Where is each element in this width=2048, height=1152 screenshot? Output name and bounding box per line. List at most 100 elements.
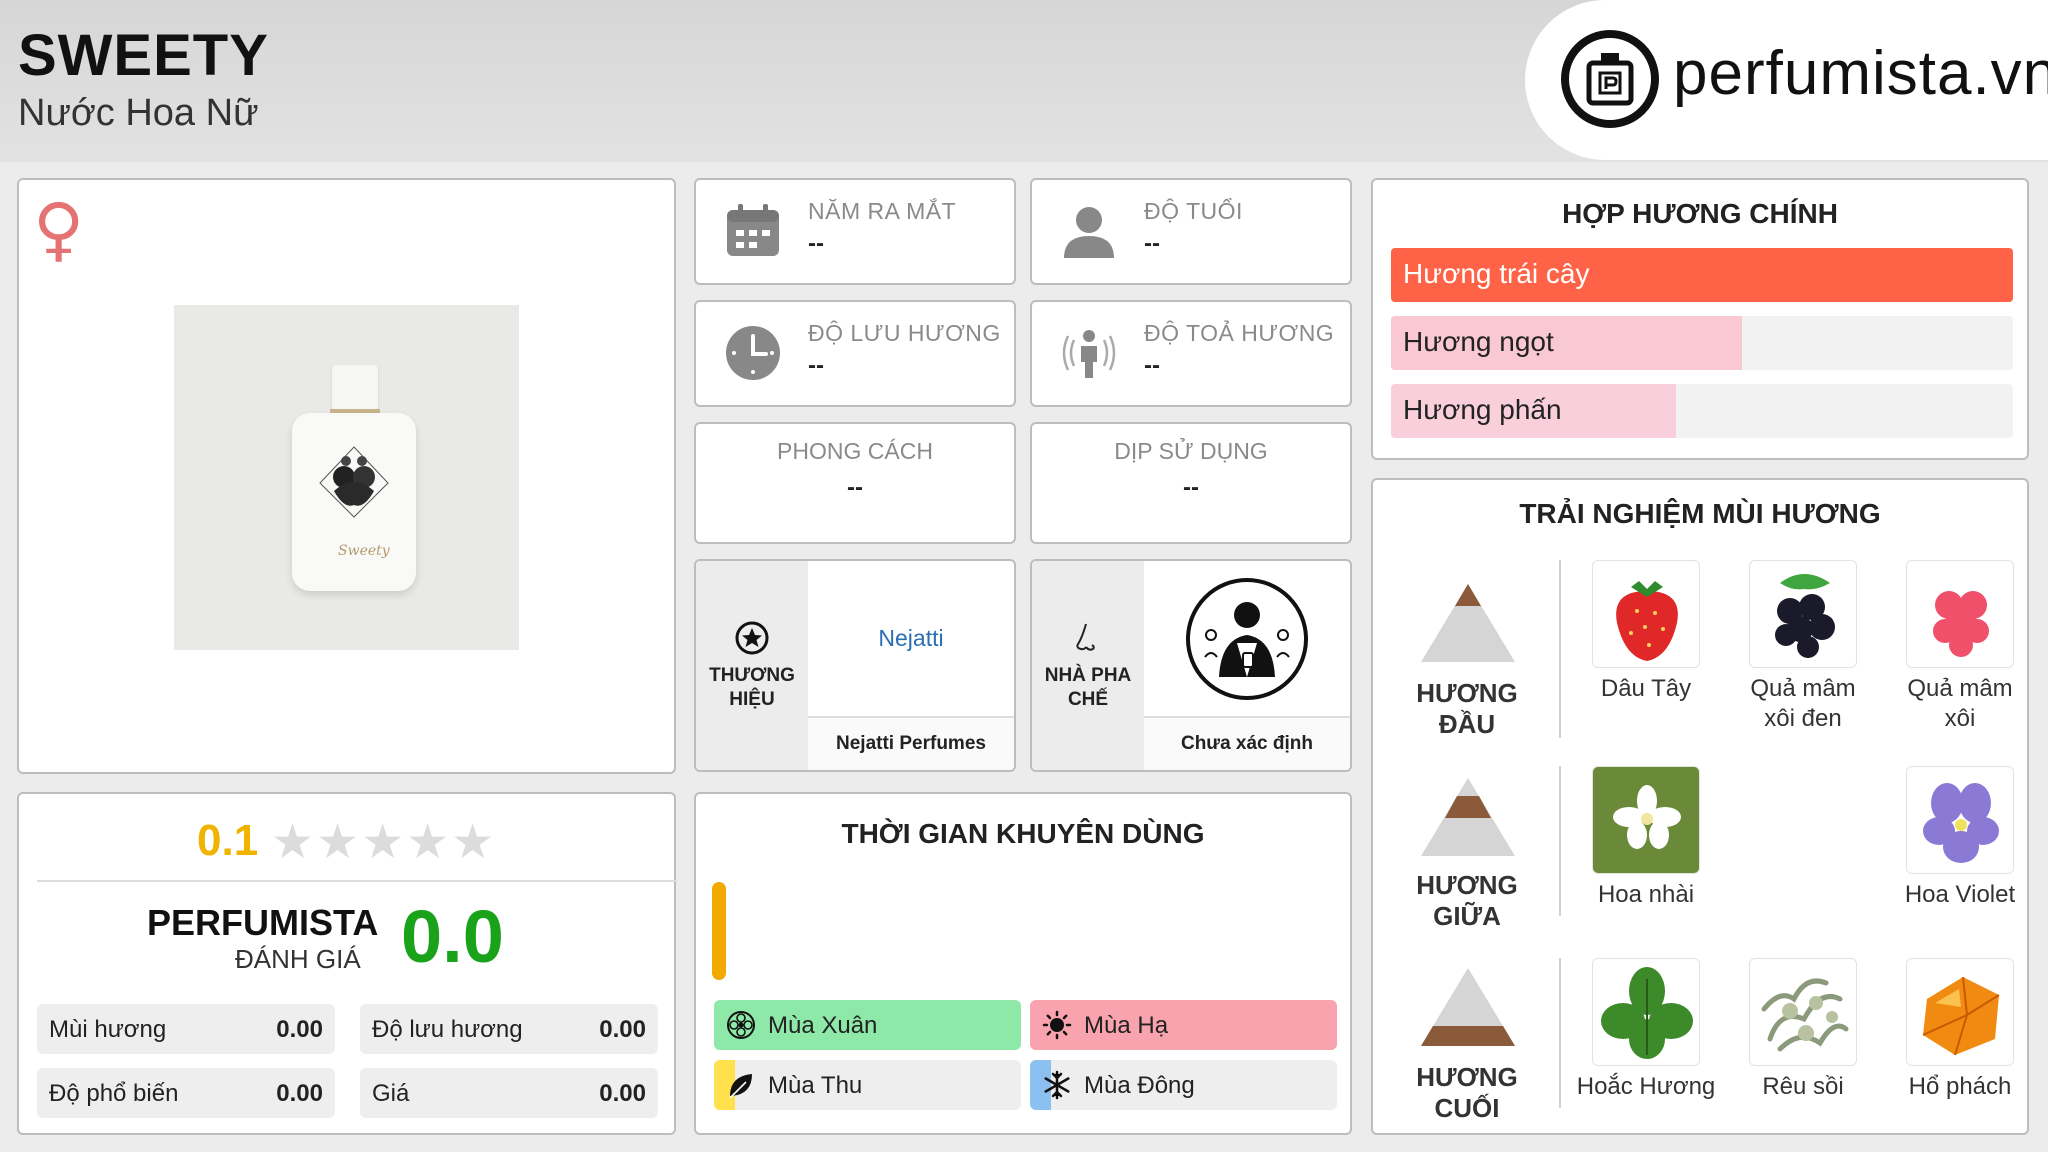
metric-label: Độ lưu hương	[372, 1016, 523, 1043]
base-notes-divider	[1559, 958, 1561, 1108]
accord-label: Hương phấn	[1403, 394, 1562, 425]
metric-label: Độ phổ biến	[49, 1080, 179, 1107]
note-name: Rêu sồi	[1762, 1073, 1844, 1100]
recommended-time-card: THỜI GIAN KHUYÊN DÙNG Mùa Xuân Mùa Hạ Mù…	[694, 792, 1352, 1135]
release-year-card: NĂM RA MẮT --	[694, 178, 1016, 285]
page-title: SWEETY	[18, 23, 269, 88]
perfumer-side: NHÀ PHA CHẾ	[1032, 561, 1144, 770]
occasion-card: DỊP SỬ DỤNG --	[1030, 422, 1352, 544]
season-spring: Mùa Xuân	[714, 1000, 1021, 1050]
season-label: Mùa Xuân	[768, 1012, 878, 1039]
raspberry-image	[1906, 560, 2014, 668]
note-violet[interactable]: Hoa Violet	[1890, 766, 2030, 910]
perfumer-card[interactable]: NHÀ PHA CHẾ Chưa xác định	[1030, 559, 1352, 772]
rating-card: 0.1 ★★★★★ PERFUMISTA ĐÁNH GIÁ 0.0 Mùi hư…	[17, 792, 677, 1135]
season-summer: Mùa Hạ	[1030, 1000, 1337, 1050]
note-name: Quả mâm xôi	[1907, 675, 2013, 732]
flower-icon	[727, 1011, 755, 1039]
product-image-card: ♀ Sweety	[17, 178, 676, 774]
metric-popularity: Độ phổ biến 0.00	[37, 1068, 335, 1118]
top-notes-label: HƯƠNG ĐẦU	[1416, 678, 1518, 739]
note-raspberry[interactable]: Quả mâm xôi	[1890, 560, 2030, 734]
season-autumn: Mùa Thu	[714, 1060, 1021, 1110]
brand-side: THƯƠNG HIỆU	[696, 561, 808, 770]
jasmine-image	[1592, 766, 1700, 874]
metric-scent: Mùi hương 0.00	[37, 1004, 335, 1054]
strawberry-image	[1592, 560, 1700, 668]
day-time-bar	[712, 882, 726, 980]
age-value: --	[1144, 230, 1160, 257]
style-value: --	[847, 474, 863, 501]
occasion-value: --	[1183, 474, 1199, 501]
star-icon[interactable]: ★	[451, 814, 496, 870]
perfumer-avatar-icon	[1186, 577, 1308, 700]
sillage-card: ĐỘ TOẢ HƯƠNG --	[1030, 300, 1352, 407]
accord-bar: Hương phấn	[1391, 384, 2013, 438]
age-label: ĐỘ TUỔI	[1144, 198, 1243, 224]
logo[interactable]: perfumista.vn	[1525, 0, 2048, 160]
note-name: Hoắc Hương	[1576, 1073, 1716, 1100]
user-icon	[1064, 207, 1114, 258]
oakmoss-image	[1749, 958, 1857, 1066]
base-notes-pyramid-icon	[1421, 968, 1515, 1046]
note-strawberry[interactable]: Dâu Tây	[1576, 560, 1716, 704]
logo-text: perfumista.vn	[1673, 39, 2048, 108]
middle-notes-divider	[1559, 766, 1561, 916]
star-icon[interactable]: ★	[271, 814, 316, 870]
brand-card[interactable]: THƯƠNG HIỆU Nejatti Nejatti Perfumes	[694, 559, 1016, 772]
patchouli-image	[1592, 958, 1700, 1066]
bottle-signature: Sweety	[338, 543, 390, 559]
note-name: Quả mâm xôi đen	[1750, 675, 1856, 732]
middle-notes-label: HƯƠNG GIỮA	[1416, 870, 1518, 931]
middle-notes-pyramid-icon	[1421, 778, 1515, 856]
occasion-label: DỊP SỬ DỤNG	[1114, 438, 1268, 464]
style-label: PHONG CÁCH	[777, 438, 933, 464]
main-accords-card: HỢP HƯƠNG CHÍNH Hương trái cây Hương ngọt…	[1371, 178, 2029, 460]
metric-longevity: Độ lưu hương 0.00	[360, 1004, 658, 1054]
season-fill	[1030, 1000, 1337, 1050]
brand-label: THƯƠNG HIỆU	[709, 664, 795, 710]
amber-image	[1906, 958, 2014, 1066]
blackberry-image	[1749, 560, 1857, 668]
longevity-label: ĐỘ LƯU HƯƠNG	[808, 320, 1001, 346]
brand-name: Nejatti	[878, 625, 944, 651]
longevity-value: --	[808, 352, 824, 379]
note-jasmine[interactable]: Hoa nhài	[1576, 766, 1716, 910]
note-blackberry[interactable]: Quả mâm xôi đen	[1733, 560, 1873, 734]
age-card: ĐỘ TUỔI --	[1030, 178, 1352, 285]
metric-value: 0.00	[276, 1080, 323, 1107]
brand-logo[interactable]: Nejatti	[808, 561, 1014, 716]
nose-icon	[1076, 623, 1095, 651]
star-badge-icon	[735, 621, 769, 655]
perfumista-rating-subtitle: ĐÁNH GIÁ	[235, 944, 361, 974]
metric-price: Giá 0.00	[360, 1068, 658, 1118]
note-amber[interactable]: Hổ phách	[1890, 958, 2030, 1102]
top-notes-pyramid-icon	[1421, 584, 1515, 662]
metric-label: Giá	[372, 1080, 410, 1107]
top-notes-divider	[1559, 560, 1561, 738]
release-year-value: --	[808, 230, 824, 257]
clock-icon	[726, 326, 780, 380]
violet-image	[1906, 766, 2014, 874]
sun-icon	[1042, 1010, 1072, 1040]
style-card: PHONG CÁCH --	[694, 422, 1016, 544]
calendar-icon	[727, 204, 779, 256]
product-image: Sweety	[174, 305, 519, 650]
note-name: Hổ phách	[1908, 1073, 2012, 1100]
star-icon[interactable]: ★	[316, 814, 361, 870]
star-icon[interactable]: ★	[361, 814, 406, 870]
sillage-value: --	[1144, 352, 1160, 379]
leaf-icon	[729, 1074, 752, 1099]
metric-value: 0.00	[276, 1016, 323, 1043]
brand-full-name[interactable]: Nejatti Perfumes	[808, 716, 1014, 770]
accord-bar: Hương trái cây	[1391, 248, 2013, 302]
note-name: Hoa Violet	[1904, 881, 2016, 908]
rating-stars[interactable]: ★★★★★	[271, 814, 496, 870]
bottle-body: Sweety	[292, 413, 416, 591]
note-oakmoss[interactable]: Rêu sồi	[1733, 958, 1873, 1102]
note-patchouli[interactable]: Hoắc Hương	[1576, 958, 1716, 1102]
perfumer-name[interactable]: Chưa xác định	[1144, 716, 1350, 770]
base-notes-label: HƯƠNG CUỐI	[1416, 1062, 1518, 1123]
star-icon[interactable]: ★	[406, 814, 451, 870]
scent-experience-title: TRẢI NGHIỆM MÙI HƯƠNG	[1519, 498, 1881, 529]
